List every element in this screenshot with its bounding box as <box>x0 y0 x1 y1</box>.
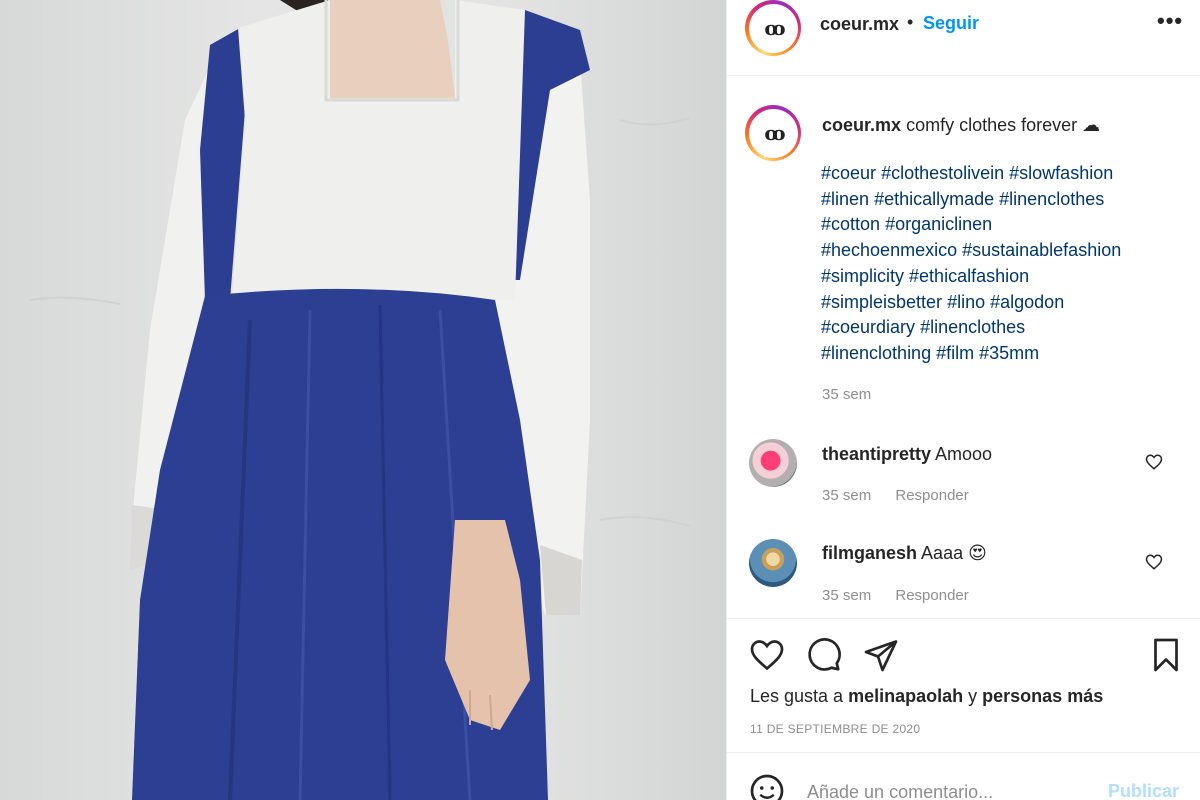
reply-button[interactable]: Responder <box>895 487 968 504</box>
more-options-icon[interactable]: ••• <box>1157 8 1183 34</box>
emoji-icon[interactable] <box>749 773 785 800</box>
hashtag[interactable]: #35mm <box>979 343 1039 363</box>
comment-text: Amooo <box>935 444 993 464</box>
post-side-panel: ꝏ coeur.mx • Seguir ••• ꝏ coeur.mx comfy… <box>726 0 1200 800</box>
hashtag[interactable]: #algodon <box>990 292 1064 312</box>
hashtag[interactable]: #film <box>936 343 974 363</box>
hashtag[interactable]: #hechoenmexico <box>821 240 957 260</box>
comment-input[interactable] <box>807 779 1107 800</box>
caption-avatar[interactable]: ꝏ <box>745 105 801 161</box>
hashtag[interactable]: #linenclothes <box>920 317 1025 337</box>
comment-composer: Publicar <box>727 752 1200 800</box>
hashtag[interactable]: #coeurdiary <box>821 317 915 337</box>
comments-list[interactable]: ꝏ coeur.mx comfy clothes forever ☁ #coeu… <box>727 77 1200 617</box>
hashtag[interactable]: #simplicity <box>821 266 904 286</box>
coeur-logo-icon: ꝏ <box>764 16 785 40</box>
caption-timestamp[interactable]: 35 sem <box>822 386 871 403</box>
hashtag[interactable]: #lino <box>947 292 985 312</box>
comment-username[interactable]: theantipretty <box>822 444 931 464</box>
author-avatar[interactable]: ꝏ <box>745 0 801 56</box>
bookmark-icon[interactable] <box>1148 637 1184 673</box>
hashtag[interactable]: #linenclothing <box>821 343 931 363</box>
caption: coeur.mx comfy clothes forever ☁ <box>822 113 1182 139</box>
heart-icon[interactable] <box>1145 453 1163 471</box>
caption-text: comfy clothes forever ☁ <box>906 115 1101 135</box>
likes-summary: Les gusta a melinapaolah y personas más <box>750 686 1103 707</box>
heart-icon[interactable] <box>749 637 785 673</box>
comment-username[interactable]: filmganesh <box>822 543 917 563</box>
publish-button[interactable]: Publicar <box>1108 781 1179 800</box>
author-username[interactable]: coeur.mx <box>820 14 899 35</box>
hashtag[interactable]: #simpleisbetter <box>821 292 942 312</box>
reply-button[interactable]: Responder <box>895 587 968 604</box>
comment-body: theantipretty Amooo <box>822 444 992 465</box>
comment-timestamp[interactable]: 35 sem <box>822 587 871 604</box>
header-separator: • <box>907 12 914 32</box>
hashtag[interactable]: #sustainablefashion <box>962 240 1121 260</box>
commenter-avatar[interactable] <box>749 539 797 587</box>
share-icon[interactable] <box>863 637 899 673</box>
hashtag[interactable]: #coeur <box>821 163 876 183</box>
comment-text: Aaaa 😍 <box>921 543 987 563</box>
hashtag[interactable]: #linen <box>821 189 869 209</box>
likes-connector: y <box>968 686 978 706</box>
commenter-avatar[interactable] <box>749 439 797 487</box>
coeur-logo-icon: ꝏ <box>764 121 785 145</box>
post-photo[interactable] <box>0 0 726 800</box>
comment-timestamp[interactable]: 35 sem <box>822 487 871 504</box>
hashtag[interactable]: #slowfashion <box>1009 163 1113 183</box>
hashtag[interactable]: #ethicallymade <box>874 189 994 209</box>
hashtag[interactable]: #linenclothes <box>999 189 1104 209</box>
comment-meta: 35 sem Responder <box>822 587 969 604</box>
dress-photo-illustration <box>29 0 691 800</box>
caption-hashtags: #coeur #clothestolivein #slowfashion #li… <box>821 161 1191 367</box>
post-actions: Les gusta a melinapaolah y personas más … <box>727 618 1200 750</box>
comment-icon[interactable] <box>806 637 842 673</box>
hashtag[interactable]: #ethicalfashion <box>909 266 1029 286</box>
comment-meta: 35 sem Responder <box>822 487 969 504</box>
hashtag[interactable]: #clothestolivein <box>881 163 1004 183</box>
hashtag[interactable]: #cotton <box>821 214 880 234</box>
likes-count-link[interactable]: personas más <box>982 686 1103 706</box>
follow-button[interactable]: Seguir <box>923 13 979 34</box>
caption-username[interactable]: coeur.mx <box>822 115 901 135</box>
liker-username[interactable]: melinapaolah <box>848 686 963 706</box>
post-header: ꝏ coeur.mx • Seguir ••• <box>727 0 1200 76</box>
comment-body: filmganesh Aaaa 😍 <box>822 543 987 564</box>
heart-icon[interactable] <box>1145 553 1163 571</box>
hashtag[interactable]: #organiclinen <box>885 214 992 234</box>
likes-prefix: Les gusta a <box>750 686 844 706</box>
post-date[interactable]: 11 DE SEPTIEMBRE DE 2020 <box>750 722 920 736</box>
